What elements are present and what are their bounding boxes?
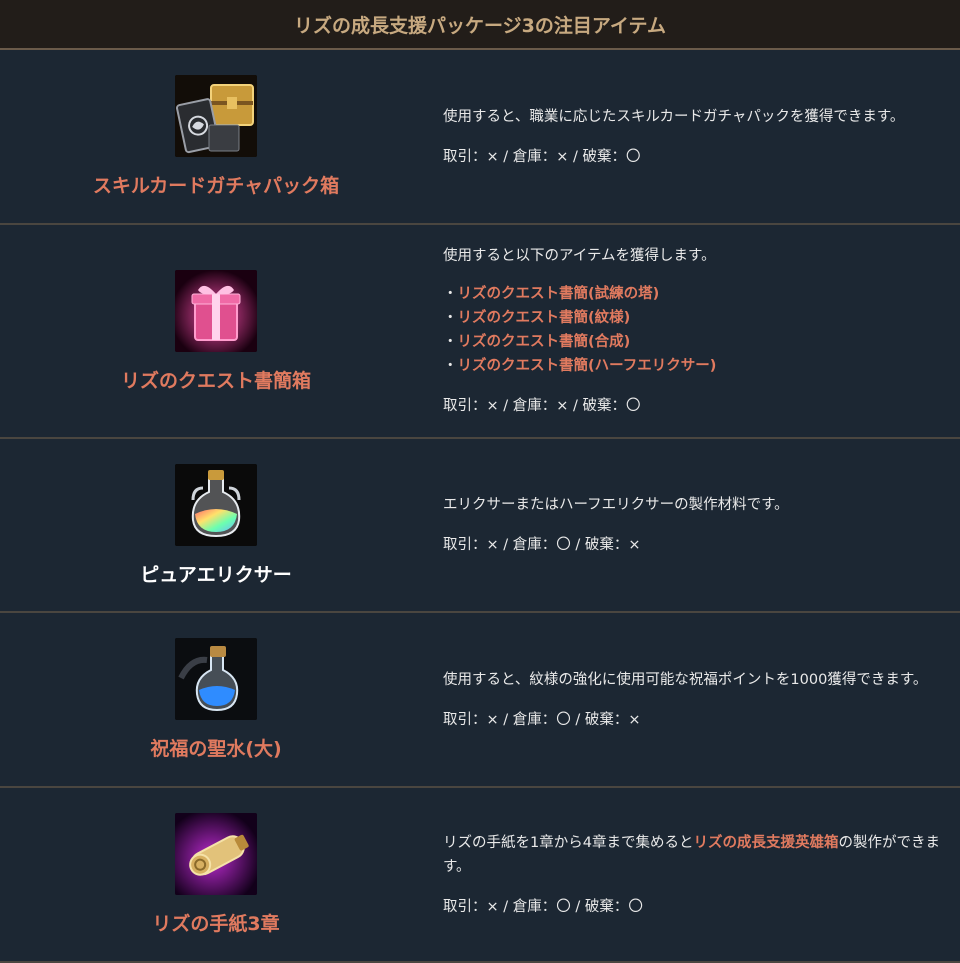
item-cell: リズのクエスト書簡箱 — [0, 225, 432, 437]
item-row: ピュアエリクサー エリクサーまたはハーフエリクサーの製作材料です。 取引：× /… — [0, 439, 960, 613]
highlight-item-link: リズの成長支援英雄箱 — [693, 834, 839, 851]
holy-water-icon — [175, 638, 257, 720]
list-item: ・リズのクエスト書簡(試練の塔) — [443, 282, 946, 306]
bullet: ・ — [443, 286, 458, 302]
list-item-label: リズのクエスト書簡(合成) — [457, 334, 631, 350]
contents-list: ・リズのクエスト書簡(試練の塔) ・リズのクエスト書簡(紋様) ・リズのクエスト… — [443, 282, 946, 378]
bullet: ・ — [443, 358, 458, 374]
item-cell: スキルカードガチャパック箱 — [0, 50, 432, 223]
item-cell: 祝福の聖水(大) — [0, 613, 432, 786]
list-item-label: リズのクエスト書簡(試練の塔) — [457, 286, 660, 302]
trade-info: 取引：× / 倉庫：〇 / 破棄：〇 — [443, 898, 643, 915]
item-info: 使用すると以下のアイテムを獲得します。 ・リズのクエスト書簡(試練の塔) ・リズ… — [443, 225, 946, 437]
list-item: ・リズのクエスト書簡(紋様) — [443, 306, 946, 330]
item-row: リズのクエスト書簡箱 使用すると以下のアイテムを獲得します。 ・リズのクエスト書… — [0, 225, 960, 439]
item-description: エリクサーまたはハーフエリクサーの製作材料です。 — [443, 497, 789, 513]
bullet: ・ — [443, 310, 458, 326]
list-item-label: リズのクエスト書簡(紋様) — [457, 310, 631, 326]
item-info: エリクサーまたはハーフエリクサーの製作材料です。 取引：× / 倉庫：〇 / 破… — [443, 439, 946, 611]
item-name: リズの手紙3章 — [152, 913, 280, 935]
description-text: リズの手紙を1章から4章まで集めると — [443, 834, 694, 851]
trade-info: 取引：× / 倉庫：× / 破棄：〇 — [443, 398, 641, 414]
item-row: リズの手紙3章 リズの手紙を1章から4章まで集めるとリズの成長支援英雄箱の製作が… — [0, 788, 960, 963]
trade-info: 取引：× / 倉庫：〇 / 破棄：× — [443, 537, 641, 553]
trade-info: 取引：× / 倉庫：〇 / 破棄：× — [443, 711, 641, 728]
item-cell: ピュアエリクサー — [0, 439, 432, 611]
item-info: 使用すると、職業に応じたスキルカードガチャパックを獲得できます。 取引：× / … — [443, 50, 946, 223]
item-row: 祝福の聖水(大) 使用すると、紋様の強化に使用可能な祝福ポイントを1000獲得で… — [0, 613, 960, 788]
item-info: 使用すると、紋様の強化に使用可能な祝福ポイントを1000獲得できます。 取引：×… — [443, 613, 946, 786]
potion-flask-icon — [175, 463, 257, 546]
trade-info: 取引：× / 倉庫：× / 破棄：〇 — [443, 148, 641, 165]
item-description: リズの手紙を1章から4章まで集めるとリズの成長支援英雄箱の製作ができます。 — [443, 831, 946, 879]
item-cell: リズの手紙3章 — [0, 788, 432, 961]
item-name: スキルカードガチャパック箱 — [92, 175, 340, 197]
item-row: スキルカードガチャパック箱 使用すると、職業に応じたスキルカードガチャパックを獲… — [0, 50, 960, 225]
card-chest-icon — [175, 75, 257, 157]
page-title: リズの成長支援パッケージ3の注目アイテム — [0, 0, 960, 50]
item-description: 使用すると、職業に応じたスキルカードガチャパックを獲得できます。 — [443, 108, 905, 125]
item-info: リズの手紙を1章から4章まで集めるとリズの成長支援英雄箱の製作ができます。 取引… — [443, 788, 946, 961]
item-name: 祝福の聖水(大) — [150, 738, 282, 760]
list-item: ・リズのクエスト書簡(ハーフエリクサー) — [443, 354, 946, 378]
list-item: ・リズのクエスト書簡(合成) — [443, 330, 946, 354]
item-description: 使用すると、紋様の強化に使用可能な祝福ポイントを1000獲得できます。 — [443, 671, 928, 688]
scroll-icon — [175, 813, 257, 895]
list-item-label: リズのクエスト書簡(ハーフエリクサー) — [457, 358, 717, 374]
item-description: 使用すると以下のアイテムを獲得します。 — [443, 248, 716, 264]
bullet: ・ — [443, 334, 458, 350]
item-name: リズのクエスト書簡箱 — [120, 369, 311, 392]
gift-box-icon — [175, 269, 257, 352]
item-name: ピュアエリクサー — [140, 563, 292, 586]
